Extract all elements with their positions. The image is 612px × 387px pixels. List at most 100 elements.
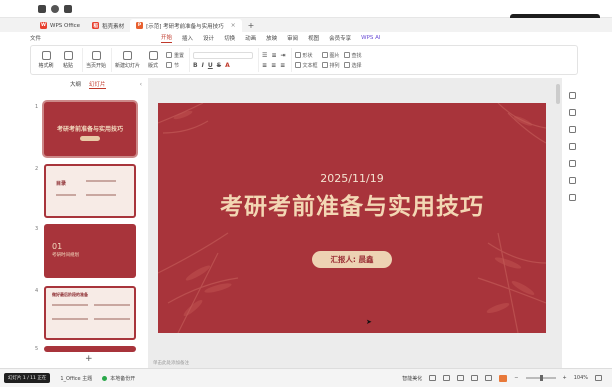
settings-icon[interactable] xyxy=(568,92,576,99)
slide-thumbnail-panel: 大纲 幻灯片 ‹ 1 考研考前准备与实用技巧 2 目录 3 01 考研时间规划 … xyxy=(30,78,148,368)
tab-presentation[interactable]: P [示范] 考研考前准备与实用技巧 × xyxy=(130,19,242,32)
slide-thumbnail-1[interactable]: 考研考前准备与实用技巧 xyxy=(44,102,136,156)
thumb-section-title: 考研时间规划 xyxy=(52,253,79,258)
smart-beautify-button[interactable]: 智能美化 xyxy=(402,375,422,382)
menu-view[interactable]: 视图 xyxy=(308,34,319,42)
zoom-out-icon[interactable]: − xyxy=(514,375,518,381)
menu-slideshow[interactable]: 放映 xyxy=(266,34,277,42)
pen-icon[interactable] xyxy=(568,160,576,167)
format-painter-button[interactable]: 格式刷 xyxy=(37,51,55,69)
italic-icon[interactable]: I xyxy=(202,62,204,69)
new-slide-icon xyxy=(123,51,133,60)
add-slide-button[interactable]: + xyxy=(85,354,93,364)
thumb-title: 考研考前准备与实用技巧 xyxy=(56,126,123,133)
backup-status[interactable]: 本地备份开 xyxy=(102,375,135,382)
ribbon-toolbar: 格式刷 粘贴 当页开始 新建幻灯片 版式 重置 节 B I U S A ☰ ≡ … xyxy=(30,45,578,75)
indent-icon[interactable]: ⇥ xyxy=(280,52,285,59)
normal-view-icon[interactable] xyxy=(457,375,465,381)
thumb-line xyxy=(94,318,130,320)
font-color-icon[interactable]: A xyxy=(225,62,230,69)
play-slideshow-button[interactable] xyxy=(499,374,508,382)
menu-home[interactable]: 开始 xyxy=(161,33,173,43)
button-label: 节 xyxy=(174,62,180,69)
fit-window-icon[interactable] xyxy=(595,375,602,381)
tab-wps-office[interactable]: W WPS Office xyxy=(34,19,86,32)
menu-wps-ai[interactable]: WPS AI xyxy=(361,35,380,41)
slide-thumbnail-3[interactable]: 01 考研时间规划 xyxy=(44,224,136,278)
align-center-icon[interactable]: ≡ xyxy=(271,62,276,69)
home-icon[interactable] xyxy=(38,4,46,13)
more-icon[interactable] xyxy=(568,194,576,201)
menu-design[interactable]: 设计 xyxy=(203,34,214,42)
bold-icon[interactable]: B xyxy=(193,62,198,69)
collapse-panel-icon[interactable]: ‹ xyxy=(140,81,142,88)
reading-view-icon[interactable] xyxy=(485,375,493,381)
slide-sorter-icon[interactable] xyxy=(471,375,479,381)
font-name-select[interactable] xyxy=(193,51,254,59)
menu-insert[interactable]: 插入 xyxy=(182,34,193,42)
reset-button[interactable]: 重置 xyxy=(166,52,184,59)
tab-outline[interactable]: 大纲 xyxy=(70,80,81,88)
menu-review[interactable]: 审阅 xyxy=(287,34,298,42)
menu-member[interactable]: 会员专享 xyxy=(329,34,351,42)
menu-animation[interactable]: 动画 xyxy=(245,34,256,42)
textbox-button[interactable]: 文本框 xyxy=(294,62,318,69)
slide-thumbnail-5[interactable] xyxy=(44,346,136,352)
new-tab-button[interactable]: + xyxy=(242,19,261,32)
presenter-pill[interactable]: 汇报人: 晨鑫 xyxy=(312,251,392,268)
menu-file[interactable]: 文件 xyxy=(30,34,41,42)
home-shape-icon[interactable] xyxy=(568,126,576,133)
presentation-icon: P xyxy=(136,22,144,29)
tab-label: [示范] 考研考前准备与实用技巧 xyxy=(146,23,224,30)
button-label: 新建幻灯片 xyxy=(115,63,141,69)
play-current-button[interactable]: 当页开始 xyxy=(86,51,106,69)
close-icon[interactable]: × xyxy=(231,22,236,29)
section-button[interactable]: 节 xyxy=(166,62,184,69)
picture-button[interactable]: 图片 xyxy=(321,52,340,59)
zoom-slider[interactable] xyxy=(525,375,556,381)
slide-number: 3 xyxy=(35,226,39,232)
theme-name[interactable]: 1_Office 主题 xyxy=(60,375,92,382)
history-icon[interactable] xyxy=(568,177,576,184)
arrange-button[interactable]: 排列 xyxy=(321,62,340,69)
notes-placeholder[interactable]: 单击此处添加备注 xyxy=(153,360,189,366)
tab-label: 稻壳素材 xyxy=(102,23,125,30)
strikethrough-icon[interactable]: S xyxy=(217,62,221,69)
button-label: 当页开始 xyxy=(86,63,107,69)
button-label: 格式刷 xyxy=(38,63,54,69)
select-button[interactable]: 选择 xyxy=(343,62,362,69)
vertical-scrollbar[interactable] xyxy=(556,84,560,104)
underline-icon[interactable]: U xyxy=(208,62,213,69)
comment-icon[interactable] xyxy=(443,375,451,381)
numbered-list-icon[interactable]: ≡ xyxy=(271,52,276,59)
folder-icon[interactable] xyxy=(64,4,72,13)
new-slide-button[interactable]: 新建幻灯片 xyxy=(115,51,140,69)
notes-toggle-icon[interactable] xyxy=(429,375,437,381)
slide-thumbnail-4[interactable]: 做好最后阶段的准备 xyxy=(44,286,136,340)
layout-button[interactable]: 版式 xyxy=(144,51,162,69)
slide-thumbnail-2[interactable]: 目录 xyxy=(44,164,136,218)
current-slide[interactable]: 2025/11/19 考研考前准备与实用技巧 汇报人: 晨鑫 xyxy=(158,103,546,333)
tab-slides[interactable]: 幻灯片 xyxy=(89,80,106,89)
find-button[interactable]: 查找 xyxy=(343,52,362,59)
animation-icon[interactable] xyxy=(568,109,576,116)
thumb-title: 目录 xyxy=(56,181,67,187)
align-left-icon[interactable]: ≡ xyxy=(262,62,267,69)
tab-daoke[interactable]: 稻 稻壳素材 xyxy=(86,19,130,32)
slide-title[interactable]: 考研考前准备与实用技巧 xyxy=(158,187,546,221)
slide-number: 1 xyxy=(35,104,39,110)
bullet-list-icon[interactable]: ☰ xyxy=(262,52,267,59)
arrange-icon xyxy=(321,62,328,68)
menu-transition[interactable]: 切换 xyxy=(224,34,235,42)
clipboard-icon[interactable] xyxy=(568,143,576,150)
zoom-level[interactable]: 104% xyxy=(574,375,588,381)
thumb-section-number: 01 xyxy=(52,242,63,251)
slide-date[interactable]: 2025/11/19 xyxy=(158,172,546,185)
thumb-line xyxy=(56,194,76,196)
zoom-in-icon[interactable]: + xyxy=(563,375,567,381)
cloud-icon[interactable] xyxy=(51,4,59,13)
reset-icon xyxy=(166,52,173,58)
align-right-icon[interactable]: ≡ xyxy=(280,62,285,69)
shape-button[interactable]: 形状 xyxy=(294,52,318,59)
paste-button[interactable]: 粘贴 xyxy=(59,51,77,69)
